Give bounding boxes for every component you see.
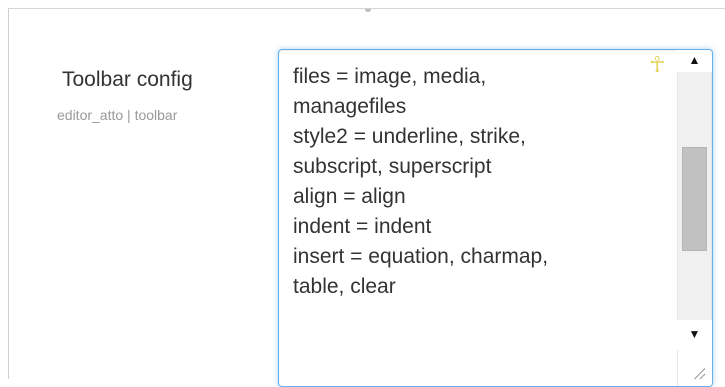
scroll-track[interactable] (677, 72, 712, 320)
setting-identifier: editor_atto | toolbar (57, 107, 178, 123)
scroll-thumb[interactable] (682, 147, 707, 251)
setting-panel: Toolbar config editor_atto | toolbar fil… (8, 8, 725, 387)
resize-grip-icon[interactable] (694, 368, 705, 379)
textarea-value[interactable]: files = image, media, managefiles style2… (293, 62, 673, 302)
top-edge-remnant (365, 9, 371, 12)
toolbar-config-label: Toolbar config (62, 68, 193, 91)
vertical-scrollbar[interactable]: ▲ ▼ (677, 50, 712, 386)
settings-screen: Toolbar config editor_atto | toolbar fil… (0, 0, 725, 387)
toolbar-config-textarea[interactable]: files = image, media, managefiles style2… (278, 49, 713, 387)
resize-corner[interactable] (677, 350, 712, 386)
ankh-icon: ☥ (649, 52, 666, 77)
scroll-down-arrow-icon[interactable]: ▼ (677, 324, 712, 344)
scroll-up-arrow-icon[interactable]: ▲ (677, 50, 712, 70)
